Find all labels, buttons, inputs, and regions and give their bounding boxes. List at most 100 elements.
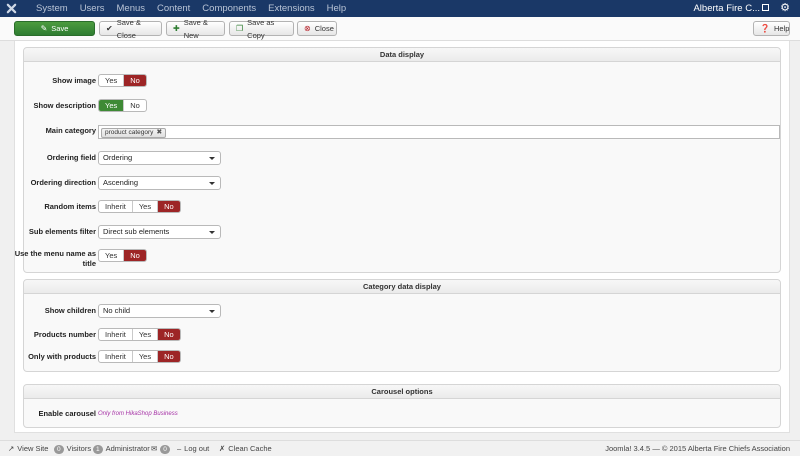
logout-icon: – <box>177 444 182 453</box>
show-image-toggle: Yes No <box>98 74 147 87</box>
random-items-yes[interactable]: Yes <box>133 201 159 212</box>
show-description-no[interactable]: No <box>124 100 146 111</box>
sub-elements-filter-label: Sub elements filter <box>28 227 96 236</box>
menu-name-title-no[interactable]: No <box>124 250 146 261</box>
business-only-note: Only from HikaShop Business <box>98 411 178 417</box>
random-items-label: Random items <box>44 202 96 211</box>
chevron-down-icon <box>209 231 215 234</box>
random-items-inherit[interactable]: Inherit <box>99 201 133 212</box>
remove-tag-icon[interactable]: ✖ <box>156 128 162 137</box>
show-description-yes[interactable]: Yes <box>99 100 125 111</box>
external-link-icon: ↗ <box>8 444 15 453</box>
ordering-direction-value: Ascending <box>103 178 139 187</box>
save-copy-label: Save as Copy <box>247 17 275 40</box>
menu-users[interactable]: Users <box>80 2 105 15</box>
only-with-products-inherit[interactable]: Inherit <box>99 351 133 362</box>
random-items-no[interactable]: No <box>158 201 180 212</box>
site-link[interactable]: Alberta Fire C... <box>693 2 760 15</box>
show-children-label: Show children <box>44 306 96 315</box>
main-menu: System Users Menus Content Components Ex… <box>36 2 346 15</box>
products-number-toggle: Inherit Yes No <box>98 328 181 341</box>
administrator-label: Administrator <box>105 444 150 453</box>
menu-menus[interactable]: Menus <box>117 2 146 15</box>
products-number-inherit[interactable]: Inherit <box>99 329 133 340</box>
menu-name-title-toggle: Yes No <box>98 249 147 262</box>
data-display-fieldset: Data display Show image Yes No Show desc… <box>15 47 781 273</box>
only-with-products-yes[interactable]: Yes <box>133 351 159 362</box>
admin-count: 1 <box>93 444 103 454</box>
show-image-yes[interactable]: Yes <box>99 75 125 86</box>
plus-icon: ✚ <box>173 24 180 33</box>
edit-icon: ✎ <box>40 24 48 33</box>
chevron-down-icon <box>209 310 215 313</box>
close-label: Close <box>314 24 334 33</box>
logout-label: Log out <box>184 444 210 453</box>
view-site-label: View Site <box>17 444 49 453</box>
category-display-legend: Category data display <box>24 280 780 294</box>
menu-name-title-label: Use the menu name as title <box>14 249 96 268</box>
enable-carousel-label: Enable carousel <box>38 409 96 418</box>
ordering-field-value: Ordering <box>103 153 133 162</box>
menu-components[interactable]: Components <box>202 2 256 15</box>
show-children-select[interactable]: No child <box>98 304 221 318</box>
save-close-button[interactable]: ✔ Save & Close <box>99 18 162 40</box>
menu-extensions[interactable]: Extensions <box>268 2 314 15</box>
save-label: Save <box>51 24 69 33</box>
sub-elements-filter-value: Direct sub elements <box>103 227 170 236</box>
products-number-label: Products number <box>33 330 96 339</box>
check-icon: ✔ <box>106 24 113 33</box>
copy-icon: ❐ <box>236 24 244 33</box>
toolbar: ✎ Save ✔ Save & Close ✚ Save & New ❐ Sav… <box>0 17 800 41</box>
sub-elements-filter-select[interactable]: Direct sub elements <box>98 225 221 239</box>
ordering-direction-select[interactable]: Ascending <box>98 176 221 190</box>
visitors-indicator: 0 Visitors <box>54 444 91 454</box>
help-button[interactable]: ❓ Help <box>753 21 790 36</box>
logout-link[interactable]: – Log out <box>177 444 209 454</box>
clean-cache-label: Clean Cache <box>228 444 272 453</box>
menu-system[interactable]: System <box>36 2 68 15</box>
question-icon: ❓ <box>760 24 770 33</box>
save-new-button[interactable]: ✚ Save & New <box>166 18 225 40</box>
show-image-no[interactable]: No <box>124 75 146 86</box>
chevron-down-icon <box>209 157 215 160</box>
messages-count: 0 <box>160 444 170 454</box>
show-children-value: No child <box>103 306 131 315</box>
category-display-fieldset: Category data display Show children No c… <box>23 279 781 372</box>
gear-icon[interactable]: ⚙ <box>780 1 790 15</box>
main-category-input[interactable]: product category ✖ <box>98 125 780 139</box>
random-items-toggle: Inherit Yes No <box>98 200 181 213</box>
products-number-no[interactable]: No <box>158 329 180 340</box>
clean-cache-icon: ✗ <box>219 444 226 453</box>
status-bar: ↗ View Site 0 Visitors 1 Administrator ✉… <box>0 440 800 456</box>
cancel-icon: ⊗ <box>304 24 311 33</box>
version-copyright: Joomla! 3.4.5 — © 2015 Alberta Fire Chie… <box>605 444 790 453</box>
close-button[interactable]: ⊗ Close <box>297 21 337 36</box>
save-button[interactable]: ✎ Save <box>14 21 95 36</box>
category-tag-label: product category <box>105 129 154 136</box>
envelope-icon: ✉ <box>151 444 158 453</box>
show-description-toggle: Yes No <box>98 99 147 112</box>
joomla-logo-icon[interactable] <box>6 3 17 14</box>
administrator-indicator: 1 Administrator <box>93 444 150 454</box>
ordering-field-select[interactable]: Ordering <box>98 151 221 165</box>
help-label: Help <box>773 24 790 33</box>
show-description-label: Show description <box>33 101 96 110</box>
products-number-yes[interactable]: Yes <box>133 329 159 340</box>
save-copy-button[interactable]: ❐ Save as Copy <box>229 18 294 40</box>
only-with-products-toggle: Inherit Yes No <box>98 350 181 363</box>
menu-name-title-yes[interactable]: Yes <box>99 250 125 261</box>
view-site-link[interactable]: ↗ View Site <box>8 444 48 454</box>
visitors-label: Visitors <box>66 444 92 453</box>
clean-cache-link[interactable]: ✗ Clean Cache <box>219 444 272 454</box>
menu-help[interactable]: Help <box>327 2 347 15</box>
data-display-legend: Data display <box>24 48 780 62</box>
visitors-count: 0 <box>54 444 64 454</box>
external-link-icon[interactable] <box>762 4 769 11</box>
only-with-products-label: Only with products <box>28 352 96 361</box>
save-close-label: Save & Close <box>116 17 141 40</box>
category-tag: product category ✖ <box>101 127 167 138</box>
content-area: Data display Show image Yes No Show desc… <box>14 41 790 433</box>
menu-content[interactable]: Content <box>157 2 190 15</box>
messages-indicator[interactable]: ✉ 0 <box>151 444 170 454</box>
only-with-products-no[interactable]: No <box>158 351 180 362</box>
